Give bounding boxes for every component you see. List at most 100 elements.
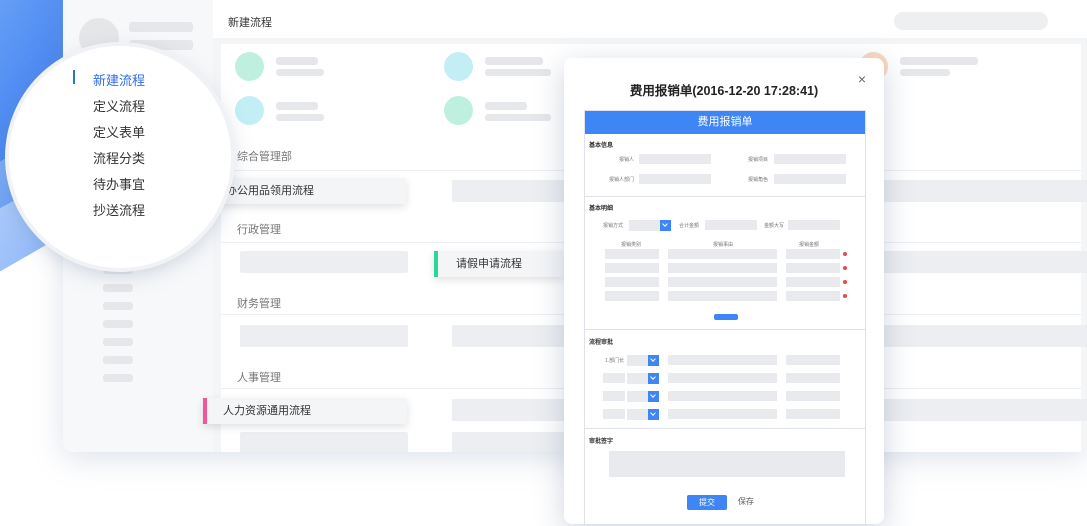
chevron-down-icon: [648, 355, 659, 366]
amount-input[interactable]: [786, 263, 840, 273]
shortcut-placeholder: [485, 102, 527, 110]
reason-input[interactable]: [668, 249, 777, 259]
workflow-card[interactable]: [452, 325, 572, 347]
approver-select[interactable]: [627, 373, 659, 384]
approval-date-input[interactable]: [786, 409, 840, 419]
method-select[interactable]: [629, 220, 671, 231]
section-title: 人事管理: [237, 372, 281, 384]
shortcut-placeholder: [276, 57, 318, 65]
menu-item-define-form[interactable]: 定义表单: [93, 122, 145, 141]
workflow-card[interactable]: [452, 432, 572, 452]
menu-item-workflow-category[interactable]: 流程分类: [93, 148, 145, 167]
expense-dialog: 费用报销单(2016-12-20 17:28:41) × 费用报销单 基本信息 …: [564, 58, 884, 526]
menu-item-todo[interactable]: 待办事宜: [93, 174, 145, 193]
amount-input[interactable]: [786, 277, 840, 287]
approver-select[interactable]: [627, 391, 659, 402]
section-title: 综合管理部: [237, 151, 292, 163]
shortcut-placeholder: [276, 69, 324, 76]
reason-input[interactable]: [668, 263, 777, 273]
workflow-card-leave-request[interactable]: 请假申请流程: [434, 251, 564, 277]
field-label: 报销人部门: [609, 177, 635, 183]
column-header: 报销事由: [713, 242, 734, 248]
workflow-card-accent: [434, 251, 438, 277]
submit-button[interactable]: 提交: [687, 495, 727, 510]
delete-row-icon[interactable]: [843, 266, 847, 270]
reason-input[interactable]: [668, 291, 777, 301]
workflow-card-label: 请假申请流程: [456, 258, 522, 270]
delete-row-icon[interactable]: [843, 252, 847, 256]
field-label: 报销项目: [748, 157, 769, 163]
shortcut-icon[interactable]: [235, 96, 264, 125]
category-input[interactable]: [605, 249, 659, 259]
project-input[interactable]: [774, 154, 846, 164]
shortcut-icon[interactable]: [444, 52, 473, 81]
shortcut-placeholder: [276, 102, 318, 110]
approval-comment-input[interactable]: [668, 373, 777, 383]
workflow-card[interactable]: [452, 180, 572, 202]
search-placeholder[interactable]: [894, 12, 1048, 30]
approval-date-input[interactable]: [786, 355, 840, 365]
menu-item-new-workflow[interactable]: 新建流程: [93, 70, 145, 89]
step-label: 1.部门长: [605, 358, 625, 364]
workflow-card[interactable]: [870, 399, 1087, 421]
section-title: 流程审批: [589, 340, 614, 346]
close-icon[interactable]: ×: [858, 71, 866, 87]
chevron-down-icon: [660, 220, 671, 231]
amount-words-input[interactable]: [788, 220, 840, 230]
field-label: 报销方式: [603, 223, 624, 229]
top-bar: 新建流程: [213, 0, 1087, 38]
amount-input[interactable]: [786, 249, 840, 259]
workflow-card[interactable]: [240, 325, 408, 347]
shortcut-placeholder: [900, 69, 950, 76]
active-indicator: [73, 70, 75, 84]
category-input[interactable]: [605, 291, 659, 301]
shortcut-icon[interactable]: [444, 96, 473, 125]
shortcut-placeholder: [900, 57, 978, 65]
form-header: 费用报销单: [585, 111, 865, 134]
approval-date-input[interactable]: [786, 391, 840, 401]
delete-row-icon[interactable]: [843, 280, 847, 284]
total-input[interactable]: [705, 220, 757, 230]
field-label: 合计金额: [679, 223, 700, 229]
section-title: 基本信息: [589, 143, 614, 149]
reimburser-input[interactable]: [639, 154, 711, 164]
expense-form: 费用报销单 基本信息 报销人 报销项目 报销人部门 报销角色 基本明细 报销方式…: [584, 110, 866, 526]
workflow-card-label: 办公用品领用流程: [226, 185, 314, 197]
menu-item-define-workflow[interactable]: 定义流程: [93, 96, 145, 115]
shortcut-icon[interactable]: [235, 52, 264, 81]
step-input[interactable]: [603, 391, 625, 401]
step-input[interactable]: [603, 409, 625, 419]
reason-input[interactable]: [668, 277, 777, 287]
approval-comment-input[interactable]: [668, 409, 777, 419]
approval-comment-input[interactable]: [668, 355, 777, 365]
section-title: 审批签字: [589, 439, 614, 445]
workflow-card[interactable]: [870, 180, 1087, 202]
save-button[interactable]: 保存: [738, 496, 754, 507]
workflow-card-accent: [203, 398, 207, 424]
field-label: 报销人: [619, 157, 635, 163]
approver-select[interactable]: [627, 355, 659, 366]
workflow-card[interactable]: [452, 399, 572, 421]
workflow-card-hr[interactable]: 人力资源通用流程: [203, 398, 407, 424]
approval-date-input[interactable]: [786, 373, 840, 383]
workflow-card[interactable]: [870, 251, 1087, 273]
workflow-card-office-supplies[interactable]: 办公用品领用流程: [218, 178, 406, 204]
chevron-down-icon: [648, 373, 659, 384]
approval-comment-input[interactable]: [668, 391, 777, 401]
delete-row-icon[interactable]: [843, 294, 847, 298]
workflow-card[interactable]: [870, 325, 1087, 347]
role-input[interactable]: [774, 174, 846, 184]
amount-input[interactable]: [786, 291, 840, 301]
workflow-card[interactable]: [240, 432, 408, 452]
dialog-title: 费用报销单(2016-12-20 17:28:41): [629, 84, 819, 98]
signature-area[interactable]: [609, 451, 845, 477]
workflow-card[interactable]: [240, 251, 408, 273]
approver-select[interactable]: [627, 409, 659, 420]
step-input[interactable]: [603, 373, 625, 383]
category-input[interactable]: [605, 263, 659, 273]
add-row-button[interactable]: [714, 314, 738, 320]
menu-item-cc-workflow[interactable]: 抄送流程: [93, 200, 145, 219]
approval-section: 流程审批 1.部门长: [585, 330, 865, 429]
department-input[interactable]: [639, 174, 711, 184]
category-input[interactable]: [605, 277, 659, 287]
